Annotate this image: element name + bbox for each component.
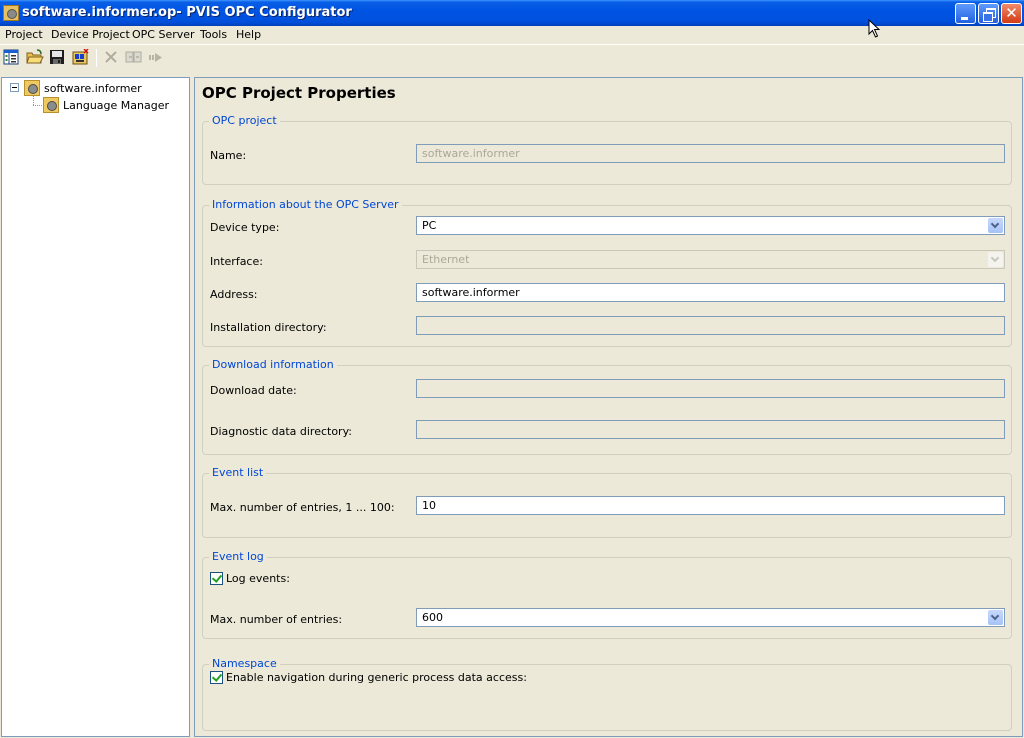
app-window: software.informer.op- PVIS OPC Configura… [0,0,1024,738]
tree-connector [33,105,42,106]
group-namespace: Namespace Enable navigation during gener… [202,657,1012,731]
name-label: Name: [210,149,247,162]
project-tree[interactable]: software.informer Language Manager [1,77,190,737]
group-title: OPC project [209,114,280,127]
toolbar [0,46,1024,70]
log-events-checkbox[interactable] [210,572,223,585]
group-title: Event list [209,466,267,479]
chevron-down-icon[interactable] [988,610,1003,625]
page-title: OPC Project Properties [202,84,396,102]
project-node-icon [24,80,40,96]
close-icon: ✕ [1005,4,1018,22]
download-device-icon [72,48,89,65]
properties-panel: OPC Project Properties OPC project Name:… [194,77,1023,737]
save-disk-icon [50,50,64,64]
download-device-button[interactable] [72,48,90,67]
address-label: Address: [210,288,258,301]
window-title: software.informer.op- PVIS OPC Configura… [22,5,352,20]
app-icon[interactable] [3,5,19,21]
menu-tools[interactable]: Tools [200,28,227,41]
interface-value: Ethernet [422,253,470,266]
group-title: Download information [209,358,337,371]
properties-view-button[interactable] [3,49,21,67]
group-title: Namespace [209,657,280,670]
open-folder-icon [26,49,44,64]
save-button[interactable] [49,49,67,67]
compare-button[interactable] [125,49,143,67]
collapse-toggle[interactable] [10,83,19,92]
event-list-max-label: Max. number of entries, 1 ... 100: [210,501,395,514]
menu-opc-server[interactable]: OPC Server [132,28,195,41]
name-field[interactable]: software.informer [416,144,1005,163]
toolbar-separator [96,49,97,67]
enable-navigation-label[interactable]: Enable navigation during generic process… [226,671,527,684]
event-log-max-value: 600 [422,611,443,624]
event-log-max-label: Max. number of entries: [210,613,343,626]
tree-node-language-manager[interactable]: Language Manager [63,99,169,112]
forward-arrow-icon [149,53,162,62]
group-opc-project: OPC project Name: software.informer [202,114,1012,185]
group-server-info: Information about the OPC Server Device … [202,198,1012,347]
menu-help[interactable]: Help [236,28,261,41]
log-events-label[interactable]: Log events: [226,572,290,585]
group-title: Information about the OPC Server [209,198,402,211]
diag-dir-field[interactable] [416,420,1005,439]
device-type-select[interactable]: PC [416,216,1005,235]
tree-node-software-informer[interactable]: software.informer [44,82,142,95]
chevron-down-icon [988,252,1003,267]
pointer-icon [868,18,881,38]
group-title: Event log [209,550,267,563]
install-dir-label: Installation directory: [210,321,327,334]
minimize-button[interactable] [955,3,976,24]
enable-navigation-checkbox[interactable] [210,671,223,684]
interface-label: Interface: [210,255,263,268]
menu-project[interactable]: Project [5,28,43,41]
install-dir-field[interactable] [416,316,1005,335]
delete-button[interactable] [103,49,121,67]
device-type-value: PC [422,219,437,232]
close-button[interactable]: ✕ [1001,3,1022,24]
interface-select[interactable]: Ethernet [416,250,1005,269]
device-type-label: Device type: [210,221,280,234]
group-event-list: Event list Max. number of entries, 1 ...… [202,466,1012,538]
download-date-label: Download date: [210,384,297,397]
chevron-down-icon[interactable] [988,218,1003,233]
event-list-max-input[interactable]: 10 [416,496,1005,515]
menu-device-project[interactable]: Device Project [51,28,130,41]
group-event-log: Event log Log events: Max. number of ent… [202,550,1012,639]
address-input[interactable]: software.informer [416,283,1005,302]
event-log-max-select[interactable]: 600 [416,608,1005,627]
download-date-field[interactable] [416,379,1005,398]
open-button[interactable] [26,49,44,67]
diag-dir-label: Diagnostic data directory: [210,425,352,438]
compare-icon [125,51,142,63]
delete-x-icon [105,51,117,63]
properties-view-icon [3,49,19,65]
group-download-info: Download information Download date: Diag… [202,358,1012,455]
tree-connector [33,96,34,105]
language-manager-icon [43,97,59,113]
forward-button[interactable] [148,49,166,67]
restore-button[interactable] [978,3,999,24]
